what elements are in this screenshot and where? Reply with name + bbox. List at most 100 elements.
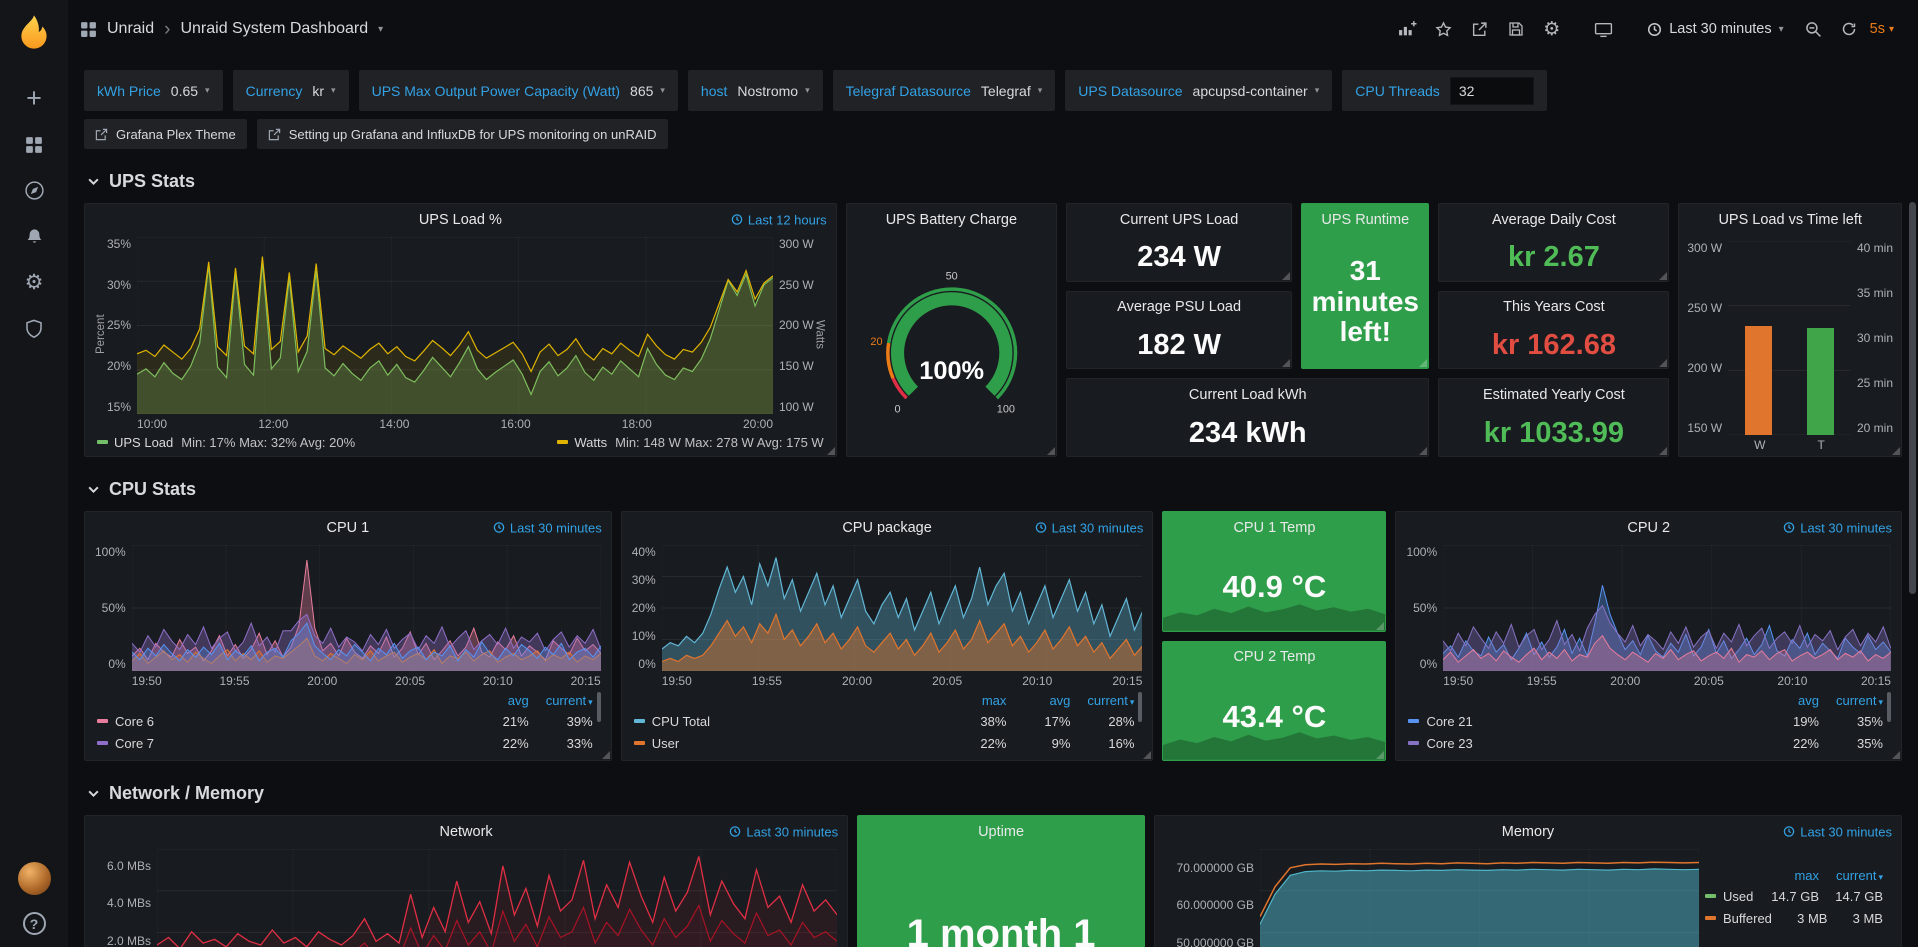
panel-title[interactable]: Current Load kWh (1067, 379, 1428, 410)
legend-scrollbar[interactable] (1887, 692, 1891, 722)
grafana-logo[interactable] (14, 12, 54, 52)
alerting-bell-icon[interactable] (12, 216, 56, 257)
dashboards-grid-icon[interactable] (80, 21, 97, 38)
time-range-label: Last 30 minutes (1669, 21, 1771, 37)
legend-column-header-max[interactable]: max (1755, 868, 1819, 883)
page-scrollbar-thumb[interactable] (1909, 202, 1916, 594)
panel-time-override[interactable]: Last 30 minutes (1783, 520, 1892, 535)
legend-column-header-avg[interactable]: avg (1755, 693, 1819, 708)
variable-telegraf-datasource[interactable]: Telegraf DatasourceTelegraf▾ (833, 70, 1056, 111)
chart-plot-area[interactable] (1260, 849, 1699, 947)
panel-title[interactable]: CPU 2 Temp (1163, 642, 1385, 673)
legend-item-user[interactable]: User (634, 736, 943, 751)
chart-plot-area[interactable] (132, 545, 601, 671)
help-icon[interactable]: ? (23, 912, 46, 935)
variable-value[interactable]: Telegraf▾ (981, 83, 1042, 99)
section-cpu-stats[interactable]: CPU Stats (87, 479, 1902, 500)
axis-tick: 0% (1420, 657, 1437, 671)
variable-host[interactable]: hostNostromo▾ (688, 70, 823, 111)
save-button[interactable] (1499, 13, 1532, 46)
legend-item-core-23[interactable]: Core 23 (1408, 736, 1755, 751)
explore-compass-icon[interactable] (12, 170, 56, 211)
add-panel-button[interactable] (1391, 13, 1424, 46)
bar-chart-plot[interactable] (1728, 241, 1851, 435)
legend-column-header-current[interactable]: current▾ (1070, 693, 1134, 708)
panel-time-override[interactable]: Last 12 hours (731, 212, 827, 227)
legend-scrollbar[interactable] (597, 692, 601, 722)
breadcrumb-root[interactable]: Unraid (107, 20, 154, 38)
panel-title[interactable]: CPU packageLast 30 minutes (622, 512, 1153, 543)
axis-tick: 20:05 (395, 674, 425, 688)
panel-time-override[interactable]: Last 30 minutes (1035, 520, 1144, 535)
legend-column-header-current[interactable]: current▾ (1819, 868, 1883, 883)
section-ups-stats[interactable]: UPS Stats (87, 171, 1902, 192)
time-range-picker[interactable]: Last 30 minutes ▾ (1637, 13, 1793, 46)
variable-kwh-price[interactable]: kWh Price0.65▾ (84, 70, 223, 111)
cycle-view-tv-button[interactable] (1587, 13, 1620, 46)
variable-value[interactable]: apcupsd-container▾ (1193, 83, 1320, 99)
share-button[interactable] (1463, 13, 1496, 46)
panel-title[interactable]: Estimated Yearly Cost (1439, 379, 1668, 410)
dashboard-link-grafana-plex-theme[interactable]: Grafana Plex Theme (84, 119, 247, 149)
legend-column-header-current[interactable]: current▾ (1819, 693, 1883, 708)
panel-time-override[interactable]: Last 30 minutes (729, 824, 838, 839)
panel-title[interactable]: UPS Load %Last 12 hours (85, 204, 836, 235)
panel-title[interactable]: NetworkLast 30 minutes (85, 816, 847, 847)
chart-plot-area[interactable] (137, 237, 773, 414)
legend-item-cpu-total[interactable]: CPU Total (634, 714, 943, 729)
chart-plot-area[interactable] (662, 545, 1143, 671)
panel-title[interactable]: UPS Runtime (1302, 204, 1428, 235)
panel-title[interactable]: Uptime (858, 816, 1144, 847)
variable-value[interactable]: Nostromo▾ (737, 83, 809, 99)
variable-currency[interactable]: Currencykr▾ (233, 70, 349, 111)
dashboard-settings-button[interactable]: ⚙ (1535, 13, 1568, 46)
legend-column-header-max[interactable]: max (942, 693, 1006, 708)
legend-item-watts[interactable]: WattsMin: 148 W Max: 278 W Avg: 175 W (557, 435, 823, 450)
panel-title[interactable]: UPS Battery Charge (847, 204, 1056, 235)
legend-item-buffered[interactable]: Buffered (1705, 911, 1772, 926)
section-network-memory[interactable]: Network / Memory (87, 783, 1902, 804)
legend-column-header-avg[interactable]: avg (465, 693, 529, 708)
legend-item-ups-load[interactable]: UPS LoadMin: 17% Max: 32% Avg: 20% (97, 435, 355, 450)
dashboard-dropdown-caret-icon[interactable]: ▾ (378, 24, 383, 35)
panel-title[interactable]: CPU 1 Temp (1163, 512, 1385, 543)
user-avatar[interactable] (18, 862, 51, 895)
chart-plot-area[interactable] (1443, 545, 1891, 671)
variable-value[interactable]: 0.65▾ (171, 83, 210, 99)
panel-title[interactable]: Average Daily Cost (1439, 204, 1668, 235)
refresh-button[interactable] (1833, 13, 1866, 46)
panel-title[interactable]: MemoryLast 30 minutes (1155, 816, 1901, 847)
legend-column-header-current[interactable]: current▾ (529, 693, 593, 708)
variable-value[interactable]: 865▾ (630, 83, 665, 99)
variable-cpu-threads[interactable]: CPU Threads (1342, 70, 1547, 111)
legend-scrollbar[interactable] (1138, 692, 1142, 722)
star-button[interactable] (1427, 13, 1460, 46)
variable-ups-max-output-power-capacity-watt[interactable]: UPS Max Output Power Capacity (Watt)865▾ (359, 70, 678, 111)
variable-value[interactable]: kr▾ (312, 83, 335, 99)
panel-title[interactable]: Current UPS Load (1067, 204, 1291, 235)
legend-item-used[interactable]: Used (1705, 889, 1755, 904)
dashboards-icon[interactable] (12, 124, 56, 165)
panel-title[interactable]: This Years Cost (1439, 292, 1668, 323)
create-icon[interactable]: + (12, 78, 56, 119)
panel-title[interactable]: UPS Load vs Time left (1679, 204, 1901, 235)
configuration-gear-icon[interactable]: ⚙ (12, 262, 56, 303)
panel-title[interactable]: CPU 2Last 30 minutes (1396, 512, 1901, 543)
breadcrumb-current[interactable]: Unraid System Dashboard (180, 20, 368, 38)
y-axis-label-left: Percent (95, 237, 107, 431)
legend-item-core-21[interactable]: Core 21 (1408, 714, 1755, 729)
zoom-out-button[interactable] (1797, 13, 1830, 46)
variable-ups-datasource[interactable]: UPS Datasourceapcupsd-container▾ (1065, 70, 1332, 111)
legend-item-core-7[interactable]: Core 7 (97, 736, 465, 751)
legend-item-core-6[interactable]: Core 6 (97, 714, 465, 729)
variable-input-cpu-threads[interactable] (1450, 77, 1534, 105)
panel-title[interactable]: Average PSU Load (1067, 292, 1291, 323)
refresh-interval-picker[interactable]: 5s ▾ (1869, 21, 1900, 37)
legend-column-header-avg[interactable]: avg (1006, 693, 1070, 708)
panel-time-override[interactable]: Last 30 minutes (493, 520, 602, 535)
server-admin-shield-icon[interactable] (12, 308, 56, 349)
panel-title[interactable]: CPU 1Last 30 minutes (85, 512, 611, 543)
panel-time-override[interactable]: Last 30 minutes (1783, 824, 1892, 839)
dashboard-link-setting-up-grafana-and-influxdb-for-ups-monitoring-on-unraid[interactable]: Setting up Grafana and InfluxDB for UPS … (257, 119, 668, 149)
chart-plot-area[interactable] (157, 849, 837, 947)
